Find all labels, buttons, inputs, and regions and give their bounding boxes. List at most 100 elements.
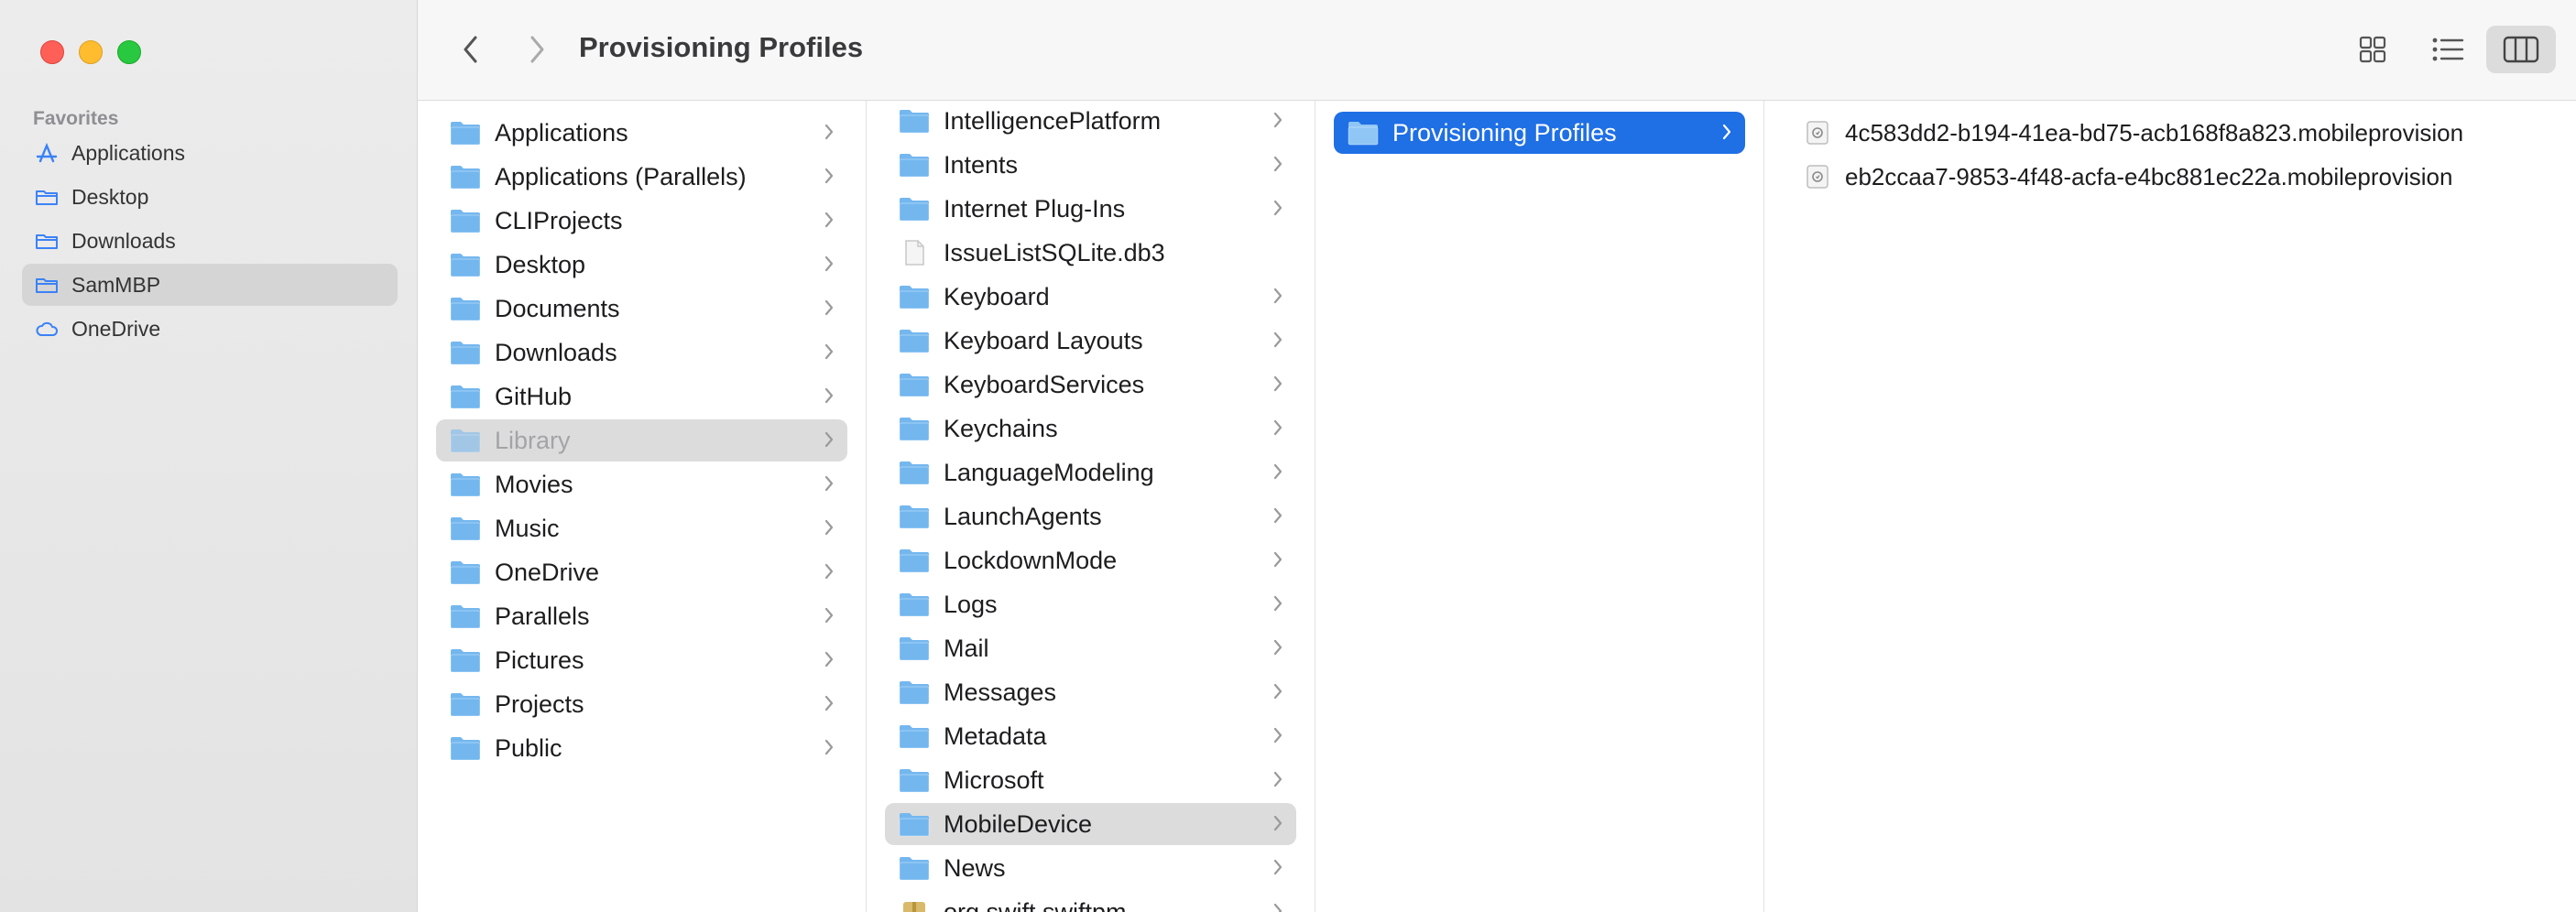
list-item-mail[interactable]: Mail <box>885 627 1296 669</box>
item-label: Keyboard Layouts <box>944 326 1143 354</box>
list-item-news[interactable]: News <box>885 847 1296 889</box>
list-item-onedrive[interactable]: OneDrive <box>436 551 847 593</box>
folder-icon <box>450 561 481 585</box>
zoom-button[interactable] <box>117 40 141 64</box>
chevron-right-icon <box>1273 639 1283 656</box>
item-label: Music <box>495 514 560 542</box>
item-label: Provisioning Profiles <box>1392 118 1617 147</box>
list-item-desktop[interactable]: Desktop <box>436 244 847 286</box>
chevron-right-icon <box>1273 200 1283 216</box>
list-item-movies[interactable]: Movies <box>436 463 847 505</box>
chevron-right-icon <box>1273 683 1283 700</box>
chevron-right-icon <box>1273 419 1283 436</box>
item-label: Downloads <box>495 338 617 366</box>
list-item-cliprojects[interactable]: CLIProjects <box>436 200 847 242</box>
folder-icon <box>450 649 481 673</box>
list-item-keychains[interactable]: Keychains <box>885 407 1296 450</box>
icon-view-button[interactable] <box>2338 26 2407 73</box>
list-item-4c583dd2-b194-41ea-bd75-acb168f8a823-mobileprovision[interactable]: 4c583dd2-b194-41ea-bd75-acb168f8a823.mob… <box>1796 112 2558 154</box>
list-item-provisioning-profiles[interactable]: Provisioning Profiles <box>1334 112 1745 154</box>
chevron-right-icon <box>1273 331 1283 348</box>
folder-icon <box>450 342 481 365</box>
list-item-issuelistsqlite-db3[interactable]: IssueListSQLite.db3 <box>885 232 1296 274</box>
item-label: Public <box>495 733 562 762</box>
folder-icon <box>899 198 930 222</box>
list-item-intelligenceplatform[interactable]: IntelligencePlatform <box>885 101 1296 142</box>
mobileprovision-file-icon <box>1806 165 1828 189</box>
item-label: eb2ccaa7-9853-4f48-acfa-e4bc881ec22a.mob… <box>1845 162 2453 190</box>
item-label: Messages <box>944 678 1057 706</box>
window-controls <box>40 40 141 64</box>
folder-icon <box>450 298 481 321</box>
folder-icon <box>899 505 930 529</box>
sidebar-item-onedrive[interactable]: OneDrive <box>22 308 398 350</box>
sidebar-item-downloads[interactable]: Downloads <box>22 220 398 262</box>
list-item-logs[interactable]: Logs <box>885 583 1296 625</box>
list-view-button[interactable] <box>2413 26 2483 73</box>
chevron-right-icon <box>824 519 834 536</box>
list-item-keyboard[interactable]: Keyboard <box>885 276 1296 318</box>
folder-icon <box>899 374 930 397</box>
list-item-keyboard-layouts[interactable]: Keyboard Layouts <box>885 320 1296 362</box>
item-label: LanguageModeling <box>944 458 1154 486</box>
folder-icon <box>899 857 930 881</box>
chevron-right-icon <box>1273 507 1283 524</box>
chevron-right-icon <box>824 299 834 316</box>
sidebar-item-label: OneDrive <box>71 316 161 341</box>
folder-icon <box>36 234 58 249</box>
item-label: Internet Plug-Ins <box>944 194 1126 223</box>
list-item-mobiledevice[interactable]: MobileDevice <box>885 803 1296 845</box>
list-item-github[interactable]: GitHub <box>436 375 847 418</box>
minimize-button[interactable] <box>79 40 103 64</box>
list-item-launchagents[interactable]: LaunchAgents <box>885 495 1296 537</box>
list-item-music[interactable]: Music <box>436 507 847 549</box>
sidebar-item-label: Downloads <box>71 228 176 253</box>
list-item-applications-parallels[interactable]: Applications (Parallels) <box>436 156 847 198</box>
item-label: Keyboard <box>944 282 1050 310</box>
chevron-right-icon <box>1273 727 1283 744</box>
item-label: Intents <box>944 150 1019 179</box>
sidebar-item-sammbp[interactable]: SamMBP <box>22 264 398 306</box>
folder-icon <box>450 166 481 190</box>
list-item-downloads[interactable]: Downloads <box>436 331 847 374</box>
list-view-icon <box>2432 38 2464 61</box>
list-item-messages[interactable]: Messages <box>885 671 1296 713</box>
folder-icon <box>450 385 481 409</box>
list-item-library[interactable]: Library <box>436 419 847 461</box>
item-label: Applications (Parallels) <box>495 162 747 190</box>
back-button[interactable] <box>453 29 489 70</box>
column-view-button[interactable] <box>2486 26 2556 73</box>
list-item-internet-plug-ins[interactable]: Internet Plug-Ins <box>885 188 1296 230</box>
chevron-right-icon <box>824 124 834 140</box>
folder-icon <box>899 110 930 134</box>
list-item-public[interactable]: Public <box>436 727 847 769</box>
list-item-languagemodeling[interactable]: LanguageModeling <box>885 451 1296 494</box>
chevron-right-icon <box>824 475 834 492</box>
sidebar-item-desktop[interactable]: Desktop <box>22 176 398 218</box>
list-item-projects[interactable]: Projects <box>436 683 847 725</box>
cloud-icon <box>36 321 59 336</box>
item-label: Movies <box>495 470 573 498</box>
list-item-pictures[interactable]: Pictures <box>436 639 847 681</box>
applications-icon <box>36 142 58 163</box>
list-item-metadata[interactable]: Metadata <box>885 715 1296 757</box>
list-item-intents[interactable]: Intents <box>885 144 1296 186</box>
sidebar-item-applications[interactable]: Applications <box>22 132 398 174</box>
list-item-org-swift-swiftpm[interactable]: org.swift.swiftpm <box>885 891 1296 912</box>
list-item-eb2ccaa7-9853-4f48-acfa-e4bc881ec22a-mobileprovision[interactable]: eb2ccaa7-9853-4f48-acfa-e4bc881ec22a.mob… <box>1796 156 2558 198</box>
chevron-right-icon <box>1273 463 1283 480</box>
column-library: IntelligencePlatform Intents Internet Plug… <box>867 101 1315 912</box>
list-item-applications[interactable]: Applications <box>436 112 847 154</box>
list-item-microsoft[interactable]: Microsoft <box>885 759 1296 801</box>
list-item-parallels[interactable]: Parallels <box>436 595 847 637</box>
chevron-right-icon <box>530 36 544 63</box>
list-item-lockdownmode[interactable]: LockdownMode <box>885 539 1296 581</box>
list-item-documents[interactable]: Documents <box>436 288 847 330</box>
chevron-right-icon <box>1273 156 1283 172</box>
chevron-right-icon <box>1273 771 1283 787</box>
forward-button[interactable] <box>518 29 555 70</box>
chevron-right-icon <box>1722 124 1731 140</box>
close-button[interactable] <box>40 40 64 64</box>
chevron-right-icon <box>824 739 834 755</box>
list-item-keyboardservices[interactable]: KeyboardServices <box>885 364 1296 406</box>
